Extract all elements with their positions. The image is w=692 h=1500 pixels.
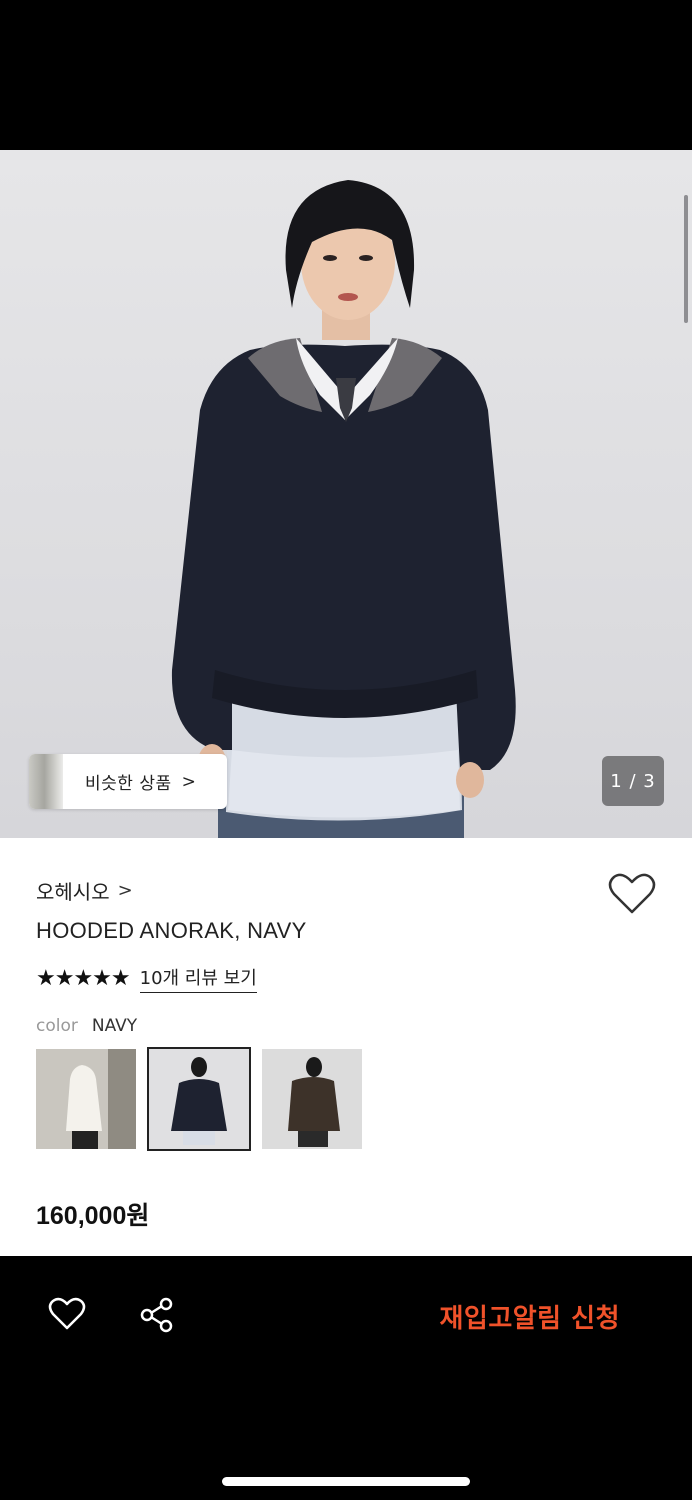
product-title: HOODED ANORAK, NAVY [36, 918, 307, 943]
chevron-right-icon: > [181, 771, 196, 792]
share-icon[interactable] [138, 1296, 176, 1334]
heart-outline-icon[interactable] [608, 872, 656, 916]
swatch-image [36, 1049, 136, 1149]
heart-icon[interactable] [48, 1296, 86, 1332]
star-rating: ★★★★★ [36, 966, 131, 991]
similar-product-thumbnail [29, 754, 63, 809]
color-swatch-brown[interactable] [262, 1049, 362, 1149]
color-value: NAVY [91, 1016, 138, 1036]
bottom-action-bar [0, 1256, 692, 1500]
swatch-image [262, 1049, 362, 1149]
color-row: color NAVY [36, 1016, 137, 1036]
price: 160,000원 [36, 1202, 150, 1230]
product-image[interactable] [0, 150, 692, 838]
scroll-indicator[interactable] [684, 195, 688, 323]
rating-row: ★★★★★ 10개 리뷰 보기 [36, 964, 257, 993]
image-page-counter: 1 / 3 [602, 756, 664, 806]
home-indicator[interactable] [222, 1477, 470, 1486]
similar-products-button[interactable]: 비슷한 상품 > [29, 754, 227, 809]
color-swatch-ivory[interactable] [36, 1049, 136, 1149]
similar-products-label: 비슷한 상품 [85, 774, 172, 794]
brand-link[interactable]: 오헤시오 > [36, 876, 133, 905]
chevron-right-icon: > [117, 880, 133, 901]
color-swatch-navy[interactable] [147, 1047, 251, 1151]
color-label: color [36, 1016, 78, 1036]
top-black-area [0, 0, 692, 150]
product-photo [171, 180, 516, 838]
swatch-image [149, 1049, 249, 1149]
brand-name: 오헤시오 [36, 880, 110, 904]
restock-alert-button[interactable]: 재입고알림 신청 [440, 1298, 621, 1335]
review-link[interactable]: 10개 리뷰 보기 [139, 964, 257, 993]
